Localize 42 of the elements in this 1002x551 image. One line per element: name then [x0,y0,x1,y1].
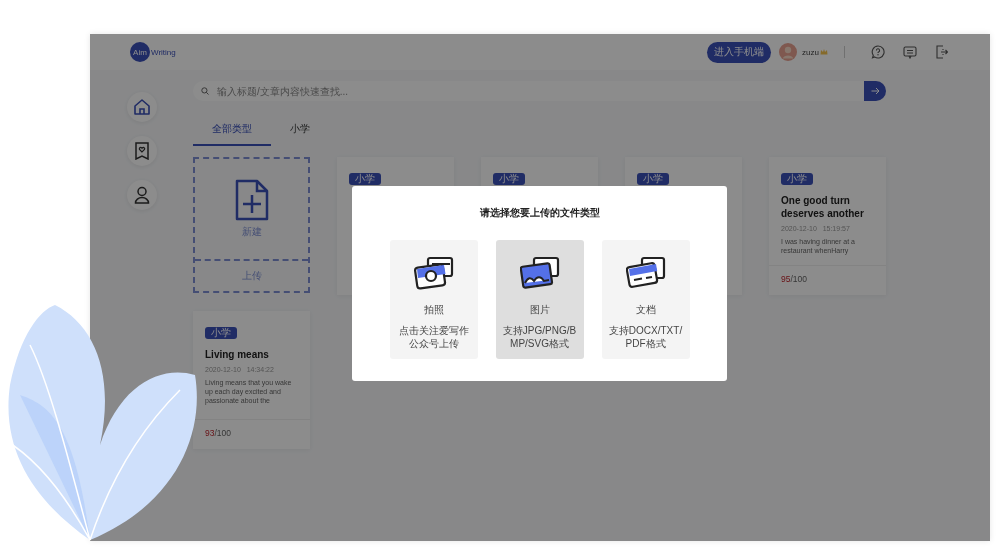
add-file-icon [234,179,269,221]
bookmark-button[interactable] [126,136,157,166]
option-label: 文档 [635,303,656,317]
username[interactable]: zuzu [802,47,819,57]
essay-score: 93/100 [193,419,310,449]
create-label: 新建 [241,225,262,239]
user-icon [133,186,150,204]
grade-tag: 小学 [205,327,237,339]
bookmark-icon [133,142,150,160]
home-icon [132,98,151,116]
grade-tag: 小学 [781,173,813,185]
search-button[interactable] [864,81,886,101]
option-description: 支持JPG/PNG/BMP/SVG格式 [502,324,577,350]
dialog-title: 请选择您要上传的文件类型 [478,206,601,220]
essay-title: One good turn deserves another [781,194,865,220]
grade-tag: 小学 [349,173,381,185]
option-description: 支持DOCX/TXT/PDF格式 [608,324,683,350]
upload-option[interactable]: 拍照 点击关注爱写作公众号上传 [389,240,478,359]
images-icon [519,256,560,290]
essay-title: Living means [205,348,270,361]
help-icon[interactable] [871,45,885,59]
crown-icon [820,48,828,56]
option-label: 拍照 [423,303,444,317]
camera-icon [413,256,454,290]
home-button[interactable] [126,92,157,122]
essay-score: 95/100 [769,265,886,295]
category-tab[interactable]: 全部类型 [193,116,271,146]
upload-option[interactable]: 图片 支持JPG/PNG/BMP/SVG格式 [495,240,584,359]
message-icon[interactable] [903,45,917,59]
arrow-icon [870,87,880,95]
mobile-version-button[interactable]: 进入手机端 [707,41,772,63]
option-label: 图片 [529,303,550,317]
category-tab[interactable]: 小学 [271,116,329,146]
upload-option[interactable]: 文档 支持DOCX/TXT/PDF格式 [601,240,690,359]
search-icon [201,87,209,95]
logout-icon[interactable] [935,45,948,59]
logo[interactable]: Aim Writing [130,42,176,62]
grade-tag: 小学 [637,173,669,185]
option-description: 点击关注爱写作公众号上传 [397,324,470,350]
document-icon [625,256,666,290]
profile-button[interactable] [126,180,157,210]
grade-tag: 小学 [493,173,525,185]
